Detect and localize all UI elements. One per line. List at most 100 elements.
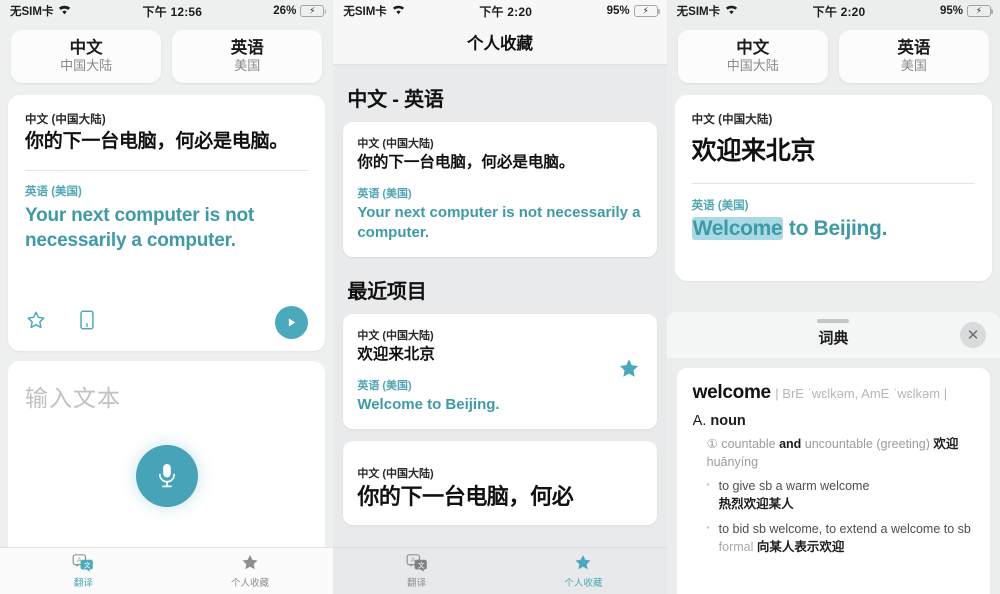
- screenshot-triptych: 无SIM卡 下午 12:56 26% ⚡ 中文 中国大陆 英语 美国 中文 (中…: [0, 0, 1000, 594]
- book-icon[interactable]: [77, 309, 97, 336]
- microphone-icon[interactable]: [135, 444, 198, 507]
- language-selector: 中文 中国大陆 英语 美国: [667, 22, 1000, 83]
- status-bar: 无SIM卡 下午 2:20 95% ⚡: [667, 0, 1000, 22]
- status-bar: 无SIM卡 下午 12:56 26% ⚡: [0, 0, 333, 22]
- wifi-icon: [392, 5, 405, 18]
- sense-number: ①: [706, 437, 718, 451]
- svg-text:文: 文: [84, 560, 91, 569]
- target-language-button[interactable]: 英语 美国: [838, 30, 989, 83]
- selected-word[interactable]: Welcome: [691, 216, 784, 240]
- battery-percent-label: 95%: [939, 5, 963, 17]
- target-label: 英语 (美国): [357, 379, 412, 392]
- tab-favorites-label: 个人收藏: [231, 578, 270, 590]
- translation-card: 中文 (中国大陆) 欢迎来北京 英语 (美国) Welcome to Beiji…: [674, 94, 992, 281]
- dictionary-headword-row: welcome | BrE ˈwɛlkəm, AmE ˈwɛlkəm |: [693, 382, 974, 404]
- target-language-region: 美国: [900, 57, 927, 73]
- sense-context: (greeting): [876, 437, 930, 451]
- source-language-name: 中文: [69, 39, 103, 57]
- close-icon[interactable]: ✕: [959, 322, 986, 348]
- card-action-row: [25, 305, 309, 339]
- source-text[interactable]: 欢迎来北京: [692, 131, 975, 167]
- source-language-button[interactable]: 中文 中国大陆: [677, 30, 828, 83]
- recent-items-heading: 最近项目: [347, 280, 427, 303]
- svg-text:文: 文: [418, 560, 425, 569]
- carrier-label: 无SIM卡: [10, 6, 54, 18]
- dictionary-example: to bid sb welcome, to extend a welcome t…: [693, 520, 974, 556]
- clock: 下午 2:20: [812, 4, 866, 19]
- target-language-button[interactable]: 英语 美国: [172, 30, 323, 83]
- source-text: 你的下一台电脑，何必: [357, 483, 574, 509]
- sheet-grabber[interactable]: [817, 319, 850, 323]
- source-language-name: 中文: [736, 39, 770, 57]
- status-right: 95% ⚡: [939, 5, 993, 17]
- carrier-label: 无SIM卡: [343, 6, 387, 18]
- example-english: to give sb a warm welcome: [718, 479, 870, 494]
- sense-conjunction: and: [779, 437, 802, 451]
- tab-translate-label: 翻译: [407, 577, 427, 589]
- status-right: 26% ⚡: [273, 5, 327, 17]
- tab-translate[interactable]: A 文 翻译: [0, 548, 167, 594]
- sense-letter: A.: [692, 413, 707, 429]
- dictionary-word: welcome: [692, 382, 771, 403]
- status-left: 无SIM卡: [10, 3, 71, 19]
- dictionary-entry: welcome | BrE ˈwɛlkəm, AmE ˈwɛlkəm | A. n…: [676, 368, 990, 594]
- battery-percent-label: 95%: [606, 5, 630, 17]
- text-input-area[interactable]: 输入文本: [8, 360, 326, 557]
- language-pair-heading: 中文 - 英语: [347, 89, 444, 111]
- battery-percent-label: 26%: [273, 5, 297, 17]
- play-icon[interactable]: [275, 305, 309, 339]
- dictionary-title: 词典: [818, 330, 849, 347]
- star-outline-icon[interactable]: [25, 309, 47, 336]
- target-label: 英语 (美国): [25, 185, 82, 198]
- translation-card: 中文 (中国大陆) 你的下一台电脑，何必是电脑。 英语 (美国) Your ne…: [8, 94, 326, 351]
- source-language-button[interactable]: 中文 中国大陆: [11, 30, 162, 83]
- status-right: 95% ⚡: [606, 5, 660, 17]
- example-chinese: 热烈欢迎某人: [718, 497, 794, 512]
- wifi-icon: [58, 5, 71, 18]
- list-item[interactable]: 中文 (中国大陆) 欢迎来北京 英语 (美国) Welcome to Beiji…: [343, 313, 657, 429]
- status-left: 无SIM卡: [677, 3, 738, 19]
- source-text[interactable]: 你的下一台电脑，何必是电脑。: [25, 130, 308, 155]
- dictionary-example: to give sb a warm welcome 热烈欢迎某人: [693, 477, 974, 513]
- source-text: 欢迎来北京: [357, 345, 435, 363]
- source-label: 中文 (中国大陆): [25, 113, 106, 126]
- target-text[interactable]: Welcome to Beijing.: [691, 216, 975, 241]
- target-language-region: 美国: [234, 57, 261, 73]
- target-text[interactable]: Your next computer is not necessarily a …: [25, 203, 308, 253]
- status-bar: 无SIM卡 下午 2:20 95% ⚡: [333, 0, 667, 22]
- translate-icon: A 文: [72, 553, 94, 577]
- tab-favorites[interactable]: 个人收藏: [167, 548, 334, 594]
- card-divider: [691, 182, 975, 184]
- tab-translate-label: 翻译: [73, 577, 93, 589]
- favorite-item[interactable]: 中文 (中国大陆) 你的下一台电脑，何必是电脑。 英语 (美国) Your ne…: [343, 122, 657, 257]
- source-label: 中文 (中国大陆): [357, 467, 434, 480]
- dictionary-sheet-header[interactable]: 词典 ✕: [666, 312, 1000, 358]
- carrier-label: 无SIM卡: [676, 6, 721, 18]
- source-label: 中文 (中国大陆): [357, 138, 434, 150]
- target-label: 英语 (美国): [357, 188, 412, 201]
- clock: 下午 12:56: [142, 4, 203, 19]
- tab-favorites-label: 个人收藏: [564, 578, 603, 590]
- source-language-region: 中国大陆: [60, 57, 113, 73]
- card-divider: [25, 169, 309, 171]
- tab-favorites[interactable]: 个人收藏: [500, 548, 667, 594]
- source-language-region: 中国大陆: [726, 57, 779, 73]
- battery-charging-icon: ⚡: [966, 5, 993, 17]
- target-text: Welcome to Beijing.: [357, 395, 500, 413]
- tab-bar: A 文 翻译 个人收藏: [0, 547, 334, 594]
- sense-grammar-2: uncountable: [804, 437, 873, 451]
- list-item[interactable]: 中文 (中国大陆) 你的下一台电脑，何必: [343, 440, 657, 526]
- wifi-icon: [725, 5, 738, 18]
- star-filled-icon[interactable]: [617, 357, 641, 385]
- star-filled-icon: [240, 553, 260, 577]
- target-language-name: 英语: [897, 39, 931, 57]
- text-input-placeholder: 输入文本: [25, 384, 121, 411]
- example-chinese: 向某人表示欢迎: [756, 539, 845, 554]
- language-selector: 中文 中国大陆 英语 美国: [0, 22, 333, 83]
- panel-dictionary: 无SIM卡 下午 2:20 95% ⚡ 中文 中国大陆 英语 美国 中文 (中国…: [666, 0, 1000, 594]
- target-text: Your next computer is not necessarily a …: [357, 204, 641, 241]
- example-register: formal: [718, 539, 754, 554]
- tab-translate[interactable]: A 文 翻译: [333, 548, 500, 594]
- source-label: 中文 (中国大陆): [691, 113, 773, 126]
- dictionary-phonetics: | BrE ˈwɛlkəm, AmE ˈwɛlkəm |: [775, 386, 948, 401]
